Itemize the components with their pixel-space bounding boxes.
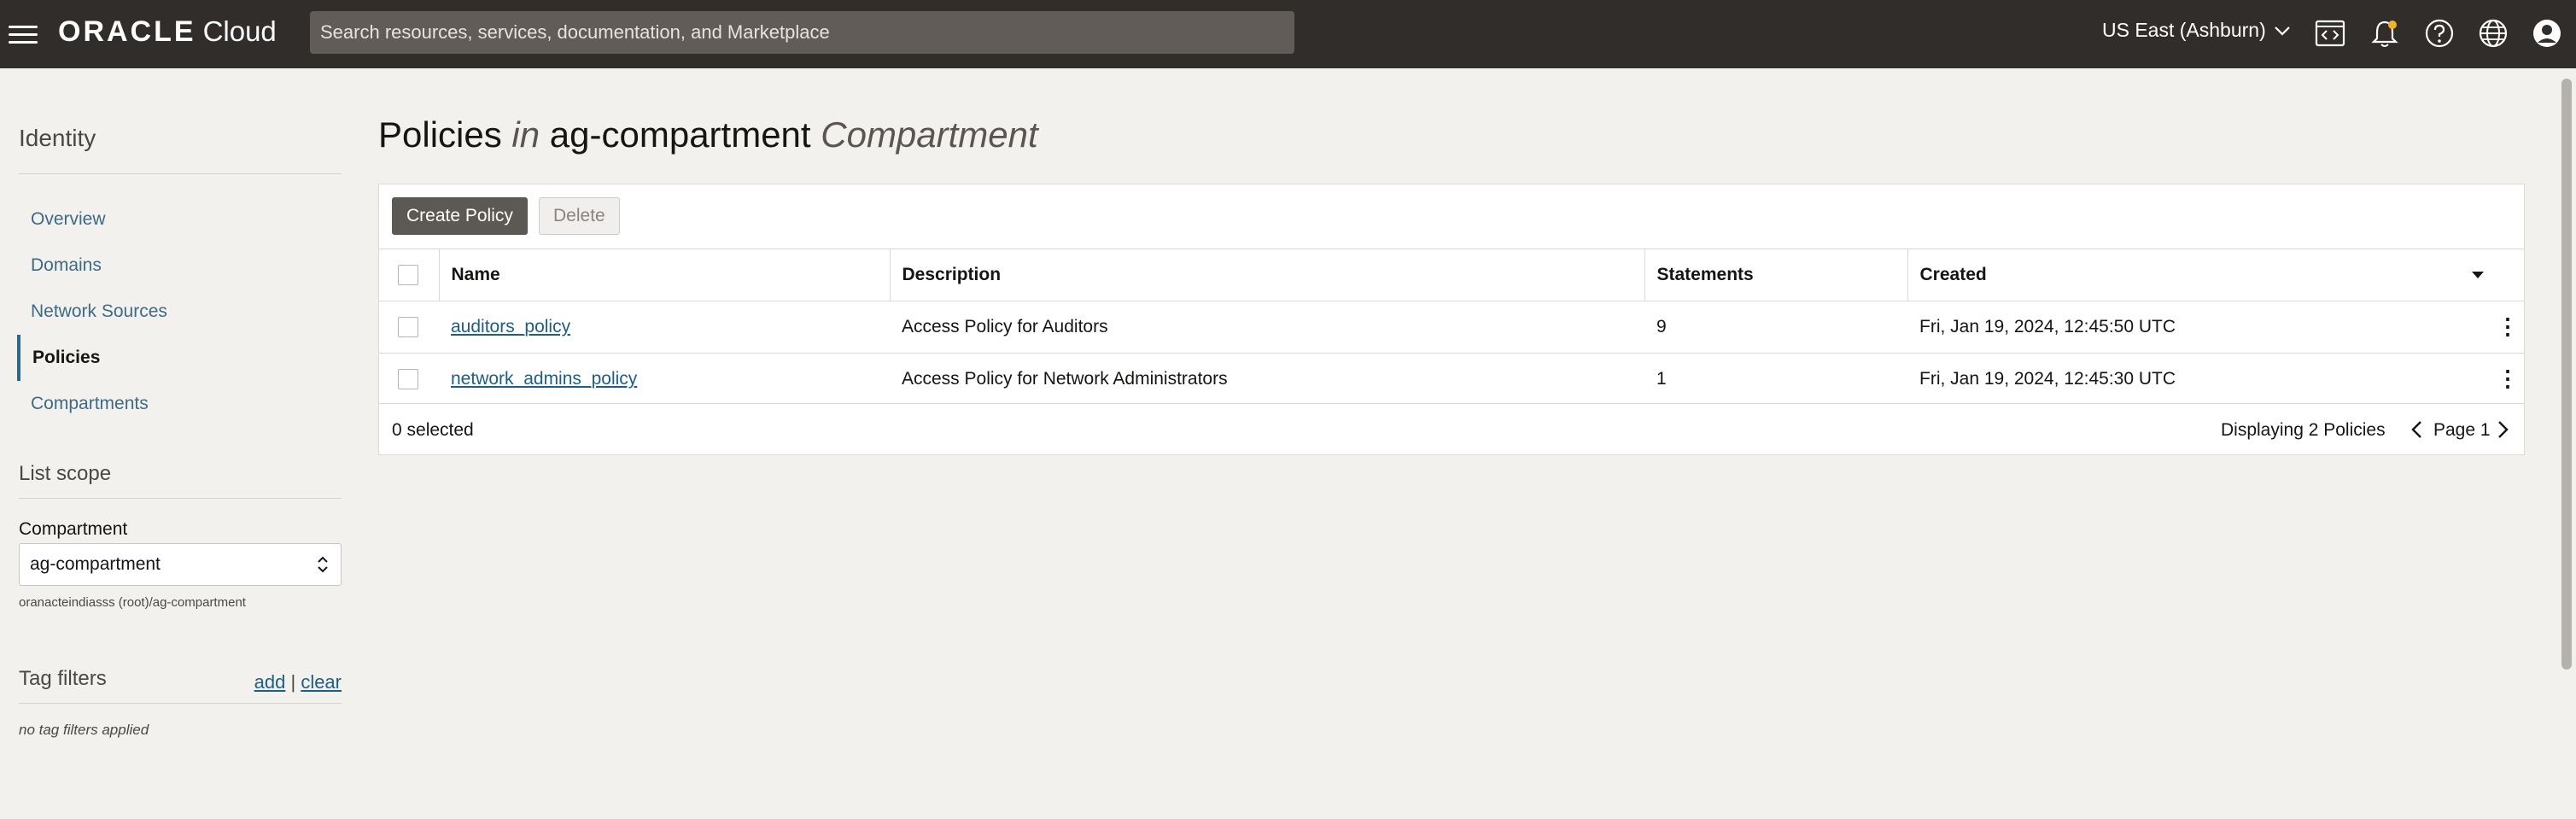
page-title-compartment: Compartment bbox=[821, 114, 1038, 155]
table-footer: 0 selected Displaying 2 Policies Page 1 bbox=[379, 403, 2524, 455]
sidebar-item-overview[interactable]: Overview bbox=[19, 196, 343, 243]
row-checkbox[interactable] bbox=[398, 317, 418, 338]
clear-tag-filter-link[interactable]: clear bbox=[301, 671, 342, 693]
column-header-created-label: Created bbox=[1919, 265, 1987, 284]
chevron-down-icon bbox=[2274, 26, 2290, 36]
table-row: network_admins_policy Access Policy for … bbox=[379, 353, 2524, 406]
brand-text: ORACLE bbox=[58, 15, 196, 48]
region-selector[interactable]: US East (Ashburn) bbox=[2102, 19, 2292, 42]
table-header-row: Name Description Statements Created bbox=[379, 249, 2524, 301]
next-page-icon[interactable] bbox=[2491, 416, 2514, 443]
search-input[interactable] bbox=[310, 11, 1294, 54]
delete-button[interactable]: Delete bbox=[539, 197, 620, 235]
policy-created: Fri, Jan 19, 2024, 12:45:50 UTC bbox=[1919, 317, 2176, 336]
column-header-statements[interactable]: Statements bbox=[1644, 249, 1908, 301]
top-bar: ORACLE Cloud US East (Ashburn) bbox=[0, 0, 2576, 68]
policy-name-cell: auditors_policy bbox=[439, 301, 890, 354]
add-tag-filter-link[interactable]: add bbox=[254, 671, 286, 693]
row-actions-kebab-icon[interactable]: ⋮ bbox=[2497, 366, 2519, 392]
list-scope-divider bbox=[19, 498, 342, 499]
selected-count: 0 selected bbox=[392, 420, 474, 440]
list-scope-heading: List scope bbox=[19, 462, 112, 485]
scrollbar-thumb[interactable] bbox=[2561, 79, 2572, 670]
sidebar-title: Identity bbox=[19, 125, 96, 151]
language-globe-icon[interactable] bbox=[2477, 17, 2509, 50]
sort-descending-icon[interactable] bbox=[2471, 270, 2485, 280]
table-row: auditors_policy Access Policy for Audito… bbox=[379, 301, 2524, 354]
select-all-checkbox[interactable] bbox=[398, 265, 418, 286]
row-actions-kebab-icon[interactable]: ⋮ bbox=[2497, 313, 2519, 340]
tag-filter-actions: add | clear bbox=[254, 671, 342, 693]
displaying-count: Displaying 2 Policies bbox=[2221, 420, 2386, 440]
column-header-description[interactable]: Description bbox=[890, 249, 1645, 301]
previous-page-icon[interactable] bbox=[2406, 416, 2428, 443]
policies-table: Name Description Statements Created audi… bbox=[379, 249, 2524, 406]
page-title-in: in bbox=[511, 114, 540, 155]
tag-filter-separator: | bbox=[290, 671, 296, 693]
row-select-cell bbox=[379, 353, 439, 406]
policies-table-panel: Create Policy Delete Name Description St… bbox=[378, 184, 2525, 455]
sidebar-nav: Overview Domains Network Sources Policie… bbox=[17, 196, 343, 427]
page-title-compartment-name: ag-compartment bbox=[549, 114, 811, 155]
policy-name-link[interactable]: network_admins_policy bbox=[451, 369, 637, 389]
notification-bell-icon[interactable] bbox=[2369, 17, 2401, 50]
policy-description: Access Policy for Network Administrators bbox=[890, 353, 1644, 406]
column-header-name[interactable]: Name bbox=[439, 249, 891, 301]
sidebar-item-compartments[interactable]: Compartments bbox=[19, 381, 343, 427]
sidebar-divider bbox=[19, 173, 342, 174]
policy-description: Access Policy for Auditors bbox=[890, 301, 1644, 354]
sidebar-item-network-sources[interactable]: Network Sources bbox=[19, 289, 343, 335]
cloud-text: Cloud bbox=[202, 15, 277, 47]
compartment-label: Compartment bbox=[19, 519, 128, 539]
compartment-path: oranacteindiasss (root)/ag-compartment bbox=[19, 595, 246, 610]
region-label: US East (Ashburn) bbox=[2102, 19, 2266, 41]
policy-created-cell: Fri, Jan 19, 2024, 12:45:50 UTC ⋮ bbox=[1907, 301, 2524, 354]
policy-created: Fri, Jan 19, 2024, 12:45:30 UTC bbox=[1919, 369, 2176, 389]
sidebar-item-policies[interactable]: Policies bbox=[17, 335, 343, 381]
page-number: Page 1 bbox=[2433, 420, 2491, 440]
policy-name-link[interactable]: auditors_policy bbox=[451, 317, 570, 336]
page-title-policies: Policies bbox=[378, 114, 502, 155]
help-icon[interactable] bbox=[2423, 17, 2456, 50]
compartment-select-value: ag-compartment bbox=[30, 554, 161, 574]
policy-created-cell: Fri, Jan 19, 2024, 12:45:30 UTC ⋮ bbox=[1907, 353, 2524, 406]
row-select-cell bbox=[379, 301, 439, 354]
page-title: Policies in ag-compartment Compartment bbox=[378, 114, 1038, 155]
select-arrows-icon bbox=[318, 556, 328, 573]
user-profile-icon[interactable] bbox=[2531, 17, 2563, 50]
row-checkbox[interactable] bbox=[398, 369, 418, 390]
menu-icon[interactable] bbox=[9, 20, 38, 46]
compartment-select[interactable]: ag-compartment bbox=[19, 543, 342, 586]
column-header-created[interactable]: Created bbox=[1907, 249, 2524, 301]
oracle-cloud-logo[interactable]: ORACLE Cloud bbox=[58, 15, 277, 53]
policy-statements: 9 bbox=[1644, 301, 1907, 354]
policy-statements: 1 bbox=[1644, 353, 1907, 406]
tag-filters-heading: Tag filters bbox=[19, 667, 107, 690]
policy-name-cell: network_admins_policy bbox=[439, 353, 890, 406]
create-policy-button[interactable]: Create Policy bbox=[392, 197, 528, 235]
sidebar-item-domains[interactable]: Domains bbox=[19, 243, 343, 289]
tag-filter-note: no tag filters applied bbox=[19, 722, 149, 738]
tag-filters-divider bbox=[19, 703, 342, 704]
code-editor-icon[interactable] bbox=[2314, 17, 2346, 50]
select-all-cell bbox=[379, 249, 440, 301]
